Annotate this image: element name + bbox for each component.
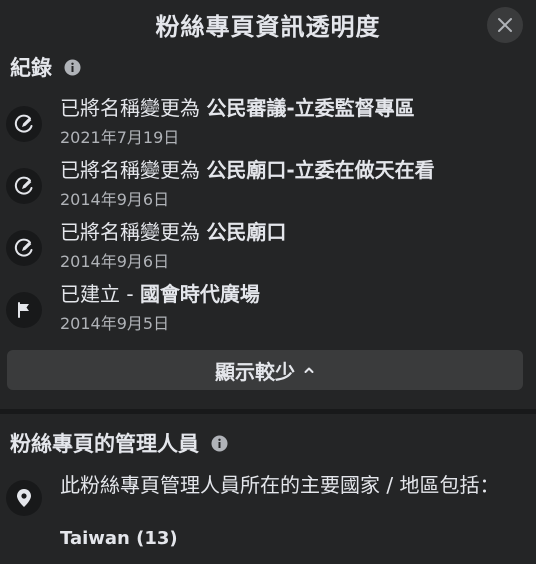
- history-item: 已將名稱變更為 公民廟口 2014年9月6日: [6, 216, 526, 276]
- show-less-label: 顯示較少: [215, 359, 295, 384]
- history-item-text: 已將名稱變更為 公民廟口-立委在做天在看: [60, 154, 435, 183]
- history-item-name: 公民廟口-立委在做天在看: [206, 158, 435, 182]
- history-item-date: 2014年9月6日: [60, 252, 170, 271]
- info-icon[interactable]: [211, 435, 228, 452]
- history-section-header: 紀錄: [10, 52, 81, 82]
- edit-name-icon: [6, 168, 42, 204]
- history-item-action: 已建立 -: [60, 282, 140, 306]
- flag-icon: [6, 292, 42, 328]
- info-icon[interactable]: [64, 59, 81, 76]
- close-icon: [498, 18, 512, 32]
- history-item-action: 已將名稱變更為: [60, 158, 207, 182]
- history-item-text: 已建立 - 國會時代廣場: [60, 278, 260, 307]
- history-item-text: 已將名稱變更為 公民審議-立委監督專區: [60, 92, 415, 121]
- admins-section-header: 粉絲專頁的管理人員: [10, 428, 228, 458]
- admins-title: 粉絲專頁的管理人員: [10, 432, 199, 456]
- location-pin-icon: [6, 480, 42, 516]
- history-item-name: 國會時代廣場: [139, 282, 260, 306]
- history-item-action: 已將名稱變更為: [60, 220, 207, 244]
- history-item-date: 2014年9月6日: [60, 190, 170, 209]
- chevron-up-icon: [303, 364, 315, 376]
- history-item: 已將名稱變更為 公民審議-立委監督專區 2021年7月19日: [6, 92, 526, 152]
- dialog-title: 粉絲專頁資訊透明度: [155, 12, 381, 41]
- admin-country: Taiwan (13): [60, 528, 178, 549]
- history-item-date: 2014年9月5日: [60, 314, 170, 333]
- edit-name-icon: [6, 106, 42, 142]
- history-item-action: 已將名稱變更為: [60, 96, 207, 120]
- admin-location-item: 此粉絲專頁管理人員所在的主要國家 / 地區包括： Taiwan (13): [6, 470, 526, 560]
- history-item-name: 公民廟口: [206, 220, 287, 244]
- history-title: 紀錄: [10, 56, 52, 80]
- history-item-date: 2021年7月19日: [60, 128, 180, 147]
- dialog-header: 粉絲專頁資訊透明度: [0, 0, 536, 48]
- section-divider: [0, 409, 536, 414]
- show-less-button[interactable]: 顯示較少: [7, 350, 523, 390]
- page-transparency-dialog: 粉絲專頁資訊透明度 紀錄 已將名稱變更為 公民審議-立委監督專區 2021年7月…: [0, 0, 536, 564]
- history-item: 已將名稱變更為 公民廟口-立委在做天在看 2014年9月6日: [6, 154, 526, 214]
- close-button[interactable]: [487, 7, 523, 43]
- admin-location-description: 此粉絲專頁管理人員所在的主要國家 / 地區包括：: [60, 473, 500, 497]
- edit-name-icon: [6, 230, 42, 266]
- history-item-text: 已將名稱變更為 公民廟口: [60, 216, 286, 245]
- history-item-name: 公民審議-立委監督專區: [206, 96, 415, 120]
- history-item: 已建立 - 國會時代廣場 2014年9月5日: [6, 278, 526, 338]
